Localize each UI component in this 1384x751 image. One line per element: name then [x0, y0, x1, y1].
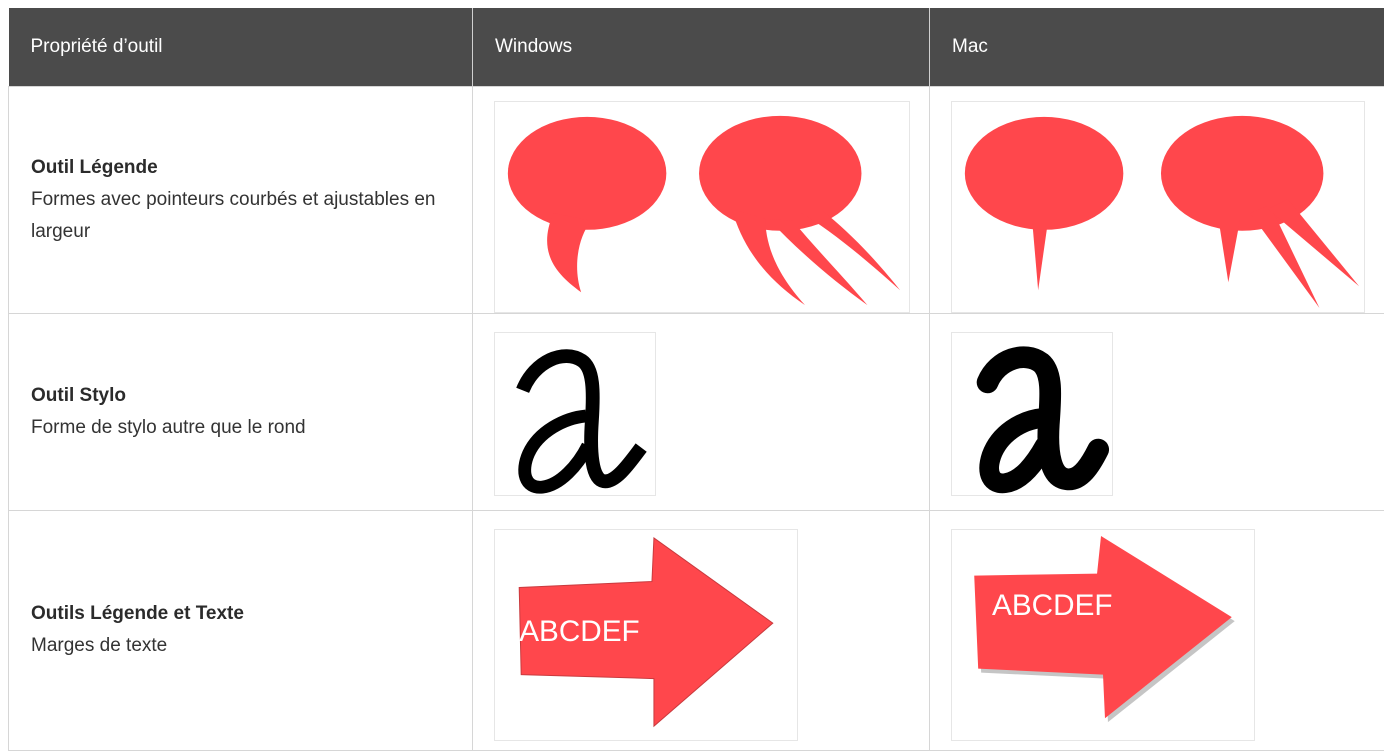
property-text: Formes avec pointeurs courbés et ajustab… [31, 184, 451, 248]
header-windows: Windows [473, 8, 930, 86]
windows-cell: ABCDEF [473, 510, 930, 750]
property-title: Outil Stylo [31, 380, 451, 412]
windows-cell [473, 313, 930, 510]
arrow-mac-image: ABCDEF [951, 529, 1255, 741]
mac-cell [930, 313, 1384, 510]
property-description: Outils Légende et Texte Marges de texte [31, 598, 451, 662]
property-cell: Outils Légende et Texte Marges de texte [9, 510, 473, 750]
table-row: Outils Légende et Texte Marges de texte … [9, 510, 1384, 750]
comparison-table: Propriété d’outil Windows Mac Outil Lége… [8, 8, 1384, 751]
arrow-callout-icon: ABCDEF [952, 530, 1254, 740]
property-title: Outil Légende [31, 152, 451, 184]
property-cell: Outil Légende Formes avec pointeurs cour… [9, 86, 473, 313]
arrow-callout-text: ABCDEF [992, 589, 1112, 622]
pen-windows-image [494, 332, 656, 496]
callout-windows-image [494, 101, 910, 313]
windows-cell [473, 86, 930, 313]
property-cell: Outil Stylo Forme de stylo autre que le … [9, 313, 473, 510]
mac-cell: ABCDEF [930, 510, 1384, 750]
arrow-callout-icon: ABCDEF [495, 530, 797, 740]
mac-cell [930, 86, 1384, 313]
speech-callouts-curved-icon [495, 102, 909, 312]
property-text: Forme de stylo autre que le rond [31, 412, 451, 444]
property-title: Outils Légende et Texte [31, 598, 451, 630]
header-mac: Mac [930, 8, 1384, 86]
pen-mac-image [951, 332, 1113, 496]
arrow-callout-text: ABCDEF [519, 614, 639, 647]
table-row: Outil Stylo Forme de stylo autre que le … [9, 313, 1384, 510]
callout-mac-image [951, 101, 1365, 313]
table-row: Outil Légende Formes avec pointeurs cour… [9, 86, 1384, 313]
property-description: Outil Légende Formes avec pointeurs cour… [31, 152, 451, 248]
speech-callouts-straight-icon [952, 102, 1364, 312]
letter-a-calligraphic-icon [495, 333, 655, 495]
header-tool-property: Propriété d’outil [9, 8, 473, 86]
arrow-windows-image: ABCDEF [494, 529, 798, 741]
header-row: Propriété d’outil Windows Mac [9, 8, 1384, 86]
table-header: Propriété d’outil Windows Mac [9, 8, 1384, 86]
property-description: Outil Stylo Forme de stylo autre que le … [31, 380, 451, 444]
letter-a-round-icon [952, 333, 1112, 495]
property-text: Marges de texte [31, 630, 451, 662]
